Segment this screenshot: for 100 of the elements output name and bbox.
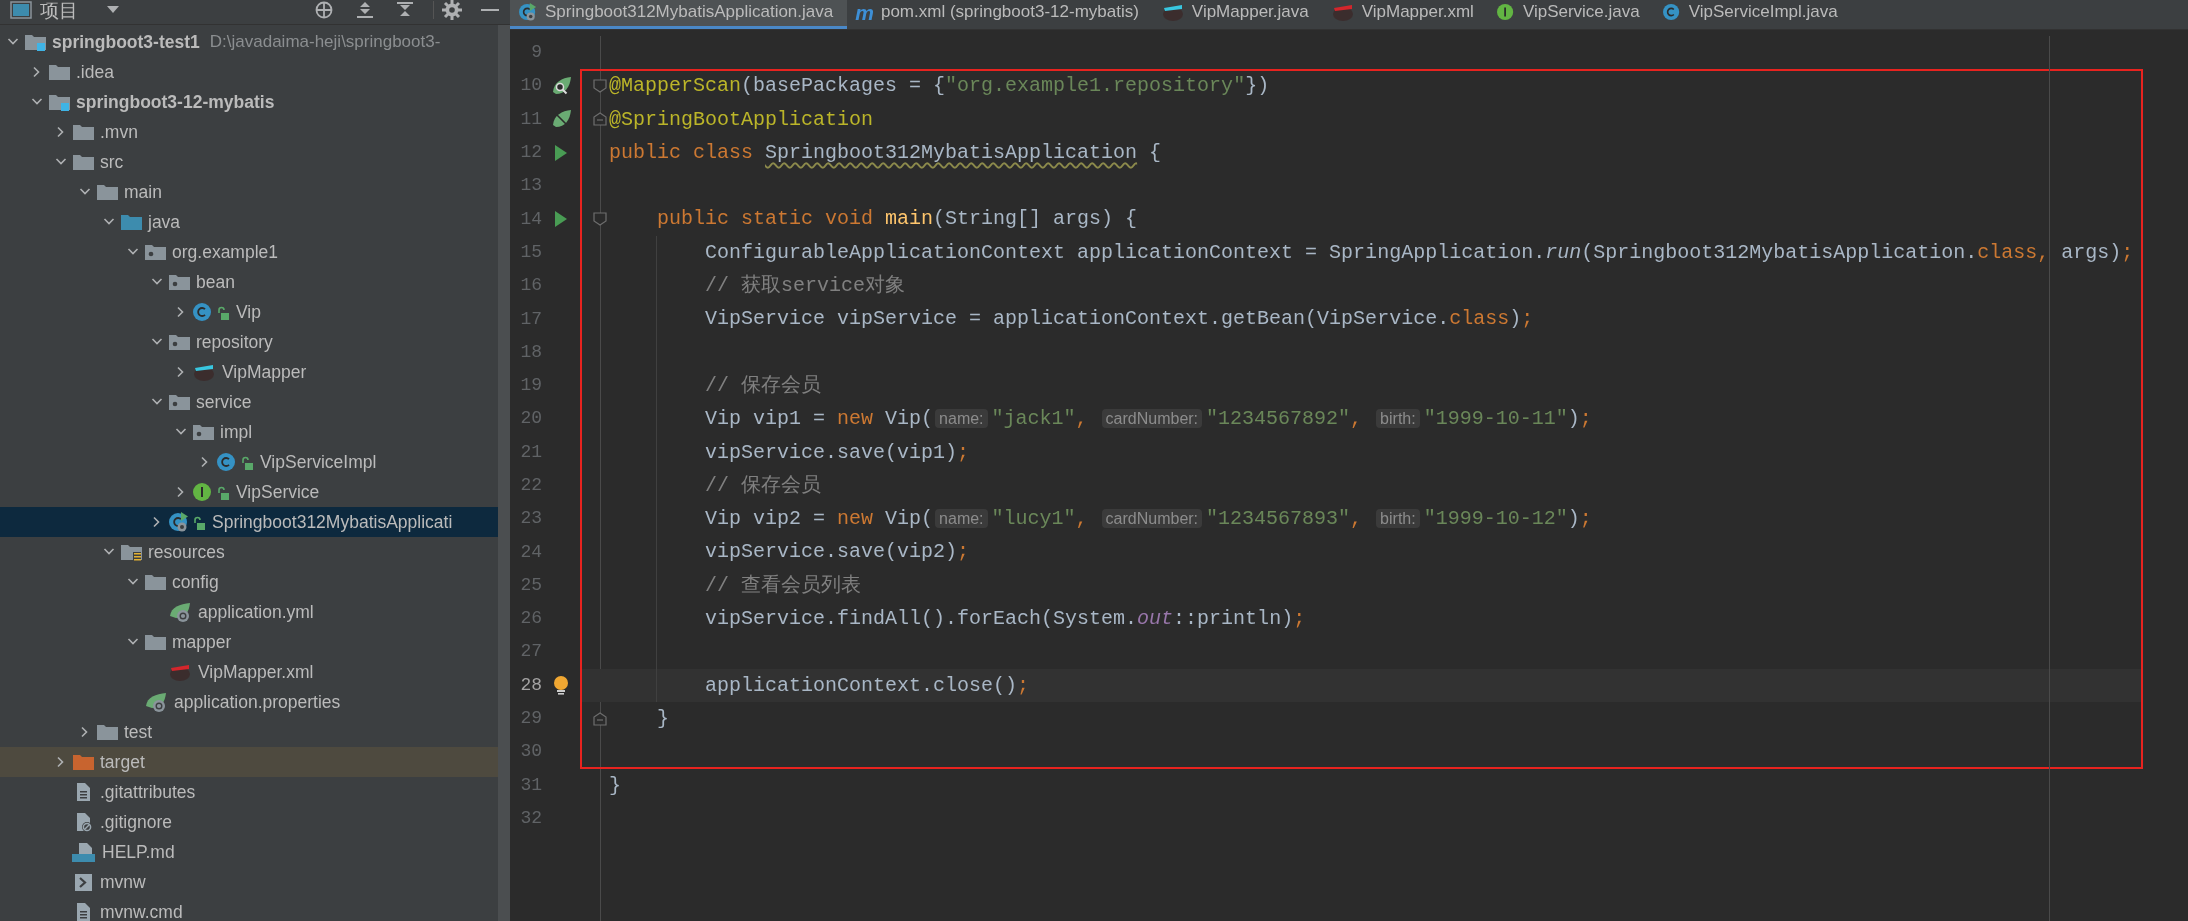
editor-tab[interactable]: VipService.java: [1487, 0, 1654, 29]
tree-item[interactable]: resources: [0, 537, 498, 567]
settings-icon[interactable]: [442, 0, 462, 20]
tree-item[interactable]: application.yml: [0, 597, 498, 627]
leaf-icon: [168, 602, 192, 622]
tree-item[interactable]: VipMapper: [0, 357, 498, 387]
code-line: public class Springboot312MybatisApplication {: [609, 139, 1162, 166]
tree-item[interactable]: VipServiceImpl: [0, 447, 498, 477]
tree-item[interactable]: Vip: [0, 297, 498, 327]
tree-item[interactable]: VipMapper.xml: [0, 657, 498, 687]
line-number: 12: [519, 141, 542, 165]
item-label: target: [100, 750, 145, 774]
leaf-search-icon[interactable]: [551, 75, 571, 96]
item-label: .mvn: [100, 120, 138, 144]
item-label: VipMapper: [222, 360, 307, 384]
tree-item[interactable]: .idea: [0, 57, 498, 87]
code-line: public static void main(String[] args) {: [656, 206, 1138, 233]
tree-item[interactable]: repository: [0, 327, 498, 357]
class-icon: [1661, 3, 1682, 21]
fold-icon[interactable]: [593, 711, 607, 726]
line-number: 16: [519, 274, 542, 298]
code-line: }: [656, 705, 669, 732]
tree-item[interactable]: bean: [0, 267, 498, 297]
line-number: 32: [519, 806, 542, 830]
line-number: 26: [519, 607, 542, 631]
collapse-all-icon[interactable]: [395, 1, 415, 19]
markdown-file-icon: [72, 842, 96, 862]
line-number: 9: [530, 41, 542, 65]
tree-item[interactable]: src: [0, 147, 498, 177]
class-icon: [192, 302, 230, 322]
editor-tab[interactable]: Springboot312MybatisApplication.java: [510, 0, 848, 29]
tree-item[interactable]: service: [0, 387, 498, 417]
resources-folder-icon: [120, 542, 142, 562]
tree-item[interactable]: test: [0, 717, 498, 747]
tree-item[interactable]: java: [0, 207, 498, 237]
interface-icon: [1495, 3, 1516, 21]
scrollbar[interactable]: [498, 25, 510, 921]
code-line: }: [609, 772, 621, 799]
line-number: 30: [519, 740, 542, 764]
item-label: HELP.md: [102, 840, 175, 864]
fold-icon[interactable]: [593, 212, 607, 227]
tree-item[interactable]: Springboot312MybatisApplicati: [0, 507, 498, 537]
line-number: 15: [519, 240, 542, 264]
editor-tab[interactable]: VipServiceImpl.java: [1653, 0, 1852, 29]
tree-item[interactable]: org.example1: [0, 237, 498, 267]
dropdown-caret-icon[interactable]: [106, 5, 120, 15]
folder-icon: [48, 62, 70, 82]
fold-icon[interactable]: [593, 78, 607, 93]
item-label: application.yml: [198, 600, 314, 624]
item-label: Springboot312MybatisApplicati: [212, 510, 453, 534]
item-label: .idea: [76, 60, 114, 84]
code-line: @SpringBootApplication: [609, 106, 874, 133]
line-number: 17: [519, 307, 542, 331]
folder-icon: [96, 722, 118, 742]
package-icon: [168, 392, 190, 412]
panel-title: 项目: [40, 0, 78, 20]
tree-item[interactable]: .gitignore: [0, 807, 498, 837]
item-label: repository: [196, 330, 273, 354]
editor-tab[interactable]: VipMapper.xml: [1322, 0, 1488, 29]
module-folder-icon: [24, 32, 46, 52]
tree-item[interactable]: .gitattributes: [0, 777, 498, 807]
module-folder-icon: [48, 92, 70, 112]
folder-icon: [120, 212, 142, 232]
tree-item[interactable]: VipService: [0, 477, 498, 507]
tree-item[interactable]: main: [0, 177, 498, 207]
fold-icon[interactable]: [593, 112, 607, 127]
editor-tab[interactable]: m pom.xml (springboot3-12-mybatis): [847, 0, 1153, 29]
item-label: .gitignore: [100, 810, 172, 834]
tree-item[interactable]: impl: [0, 417, 498, 447]
bulb-icon[interactable]: [551, 675, 571, 696]
line-number: 11: [519, 107, 542, 131]
tree-item[interactable]: springboot3-12-mybatis: [0, 87, 498, 117]
tree-item[interactable]: mapper: [0, 627, 498, 657]
line-number: 21: [519, 440, 542, 464]
editor-tab[interactable]: VipMapper.java: [1152, 0, 1323, 29]
package-icon: [168, 272, 190, 292]
item-label: Vip: [236, 300, 261, 324]
crosshair-icon[interactable]: [313, 1, 335, 19]
folder-icon: [144, 632, 166, 652]
folder-icon: [96, 182, 118, 202]
item-label: impl: [220, 420, 253, 444]
tree-item[interactable]: target: [0, 747, 498, 777]
line-number: 31: [519, 773, 542, 797]
line-number: 25: [519, 573, 542, 597]
project-window-icon[interactable]: [10, 1, 32, 19]
line-number: 29: [519, 707, 542, 731]
tree-item[interactable]: springboot3-test1 D:\javadaima-heji\springboot3-: [0, 27, 498, 57]
line-number: 10: [519, 74, 542, 98]
spring-class-icon: [168, 512, 206, 532]
tree-item[interactable]: mvnw: [0, 867, 498, 897]
tree-item[interactable]: .mvn: [0, 117, 498, 147]
folder-path: D:\javadaima-heji\springboot3-: [209, 31, 441, 54]
tree-item[interactable]: config: [0, 567, 498, 597]
tree-item[interactable]: HELP.md: [0, 837, 498, 867]
terminal-icon: [72, 872, 94, 892]
tree-item[interactable]: application.properties: [0, 687, 498, 717]
expand-all-icon[interactable]: [355, 1, 375, 19]
tree-item[interactable]: mvnw.cmd: [0, 897, 498, 921]
leaf-icon: [144, 692, 168, 712]
package-icon: [192, 422, 214, 442]
